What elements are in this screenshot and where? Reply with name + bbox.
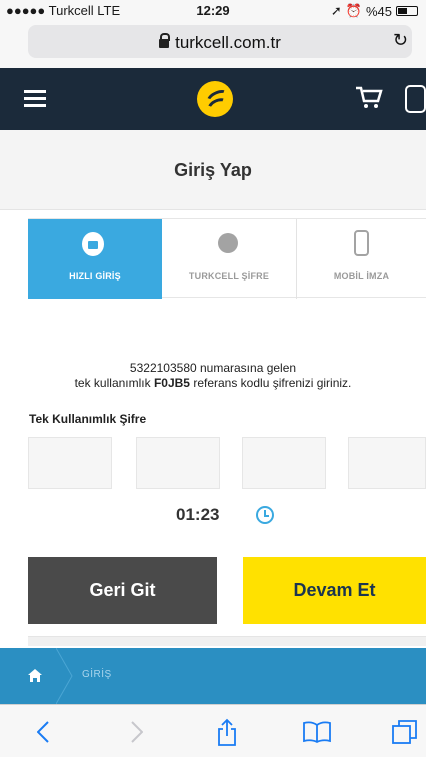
phone-icon[interactable] (405, 85, 426, 113)
alarm-icon: ⏰ (345, 3, 362, 18)
tab-label: TURKCELL ŞİFRE (188, 271, 270, 281)
instruction-line-1: 5322103580 numarasına gelen (129, 361, 297, 375)
reference-code: F0JB5 (153, 376, 190, 390)
url-field[interactable]: turkcell.com.tr ↻ (28, 25, 412, 58)
otp-input-2[interactable] (136, 437, 220, 489)
battery-icon (396, 6, 418, 16)
lock-icon (159, 33, 171, 48)
bookmarks-icon[interactable] (300, 705, 334, 757)
back-arrow-icon[interactable] (28, 705, 58, 757)
safari-toolbar (0, 704, 426, 757)
mobile-icon (354, 230, 369, 256)
continue-button[interactable]: Devam Et (243, 557, 426, 624)
turkcell-logo[interactable] (197, 81, 233, 117)
breadcrumb: GİRİŞ (0, 648, 426, 704)
clock-icon (256, 506, 274, 524)
tab-mobil-imza[interactable]: MOBİL İMZA (296, 219, 426, 299)
tabs-icon[interactable] (390, 705, 420, 757)
tab-label: MOBİL İMZA (333, 271, 390, 281)
breadcrumb-current: GİRİŞ (82, 669, 112, 680)
turkcell-icon (218, 233, 238, 253)
cart-icon[interactable] (355, 86, 383, 110)
page-title: Giriş Yap (174, 160, 252, 180)
divider (28, 636, 426, 646)
tab-turkcell-sifre[interactable]: TURKCELL ŞİFRE (162, 219, 296, 299)
page-title-bar: Giriş Yap (0, 130, 426, 210)
home-icon[interactable] (28, 669, 42, 682)
reload-icon[interactable]: ↻ (393, 30, 408, 51)
login-method-tabs: HIZLI GİRİŞ TURKCELL ŞİFRE MOBİL İMZA (28, 218, 426, 299)
ios-status-bar: ●●●●● Turkcell LTE 12:29 ➚ ⏰ %45 (0, 0, 426, 20)
tab-hizli-giris[interactable]: HIZLI GİRİŞ (28, 219, 162, 299)
tab-label: HIZLI GİRİŞ (69, 271, 121, 281)
forward-arrow-icon[interactable] (122, 705, 152, 757)
breadcrumb-separator (56, 648, 73, 704)
browser-address-bar: turkcell.com.tr ↻ (0, 20, 426, 68)
app-header (0, 68, 426, 130)
status-indicators: ➚ ⏰ %45 (331, 3, 418, 19)
share-icon[interactable] (212, 705, 242, 757)
otp-label: Tek Kullanımlık Şifre (29, 412, 147, 426)
instruction-line-2: tek kullanımlık F0JB5 referans kodlu şif… (74, 376, 352, 390)
countdown-timer: 01:23 (176, 505, 220, 524)
otp-input-4[interactable] (348, 437, 426, 489)
hamburger-menu-icon[interactable] (24, 90, 46, 107)
url-text: turkcell.com.tr (175, 33, 281, 52)
back-button[interactable]: Geri Git (28, 557, 217, 624)
otp-input-3[interactable] (242, 437, 326, 489)
battery-percent: %45 (365, 3, 392, 19)
lock-icon (82, 232, 104, 256)
otp-input-1[interactable] (28, 437, 112, 489)
location-arrow-icon: ➚ (330, 3, 342, 18)
